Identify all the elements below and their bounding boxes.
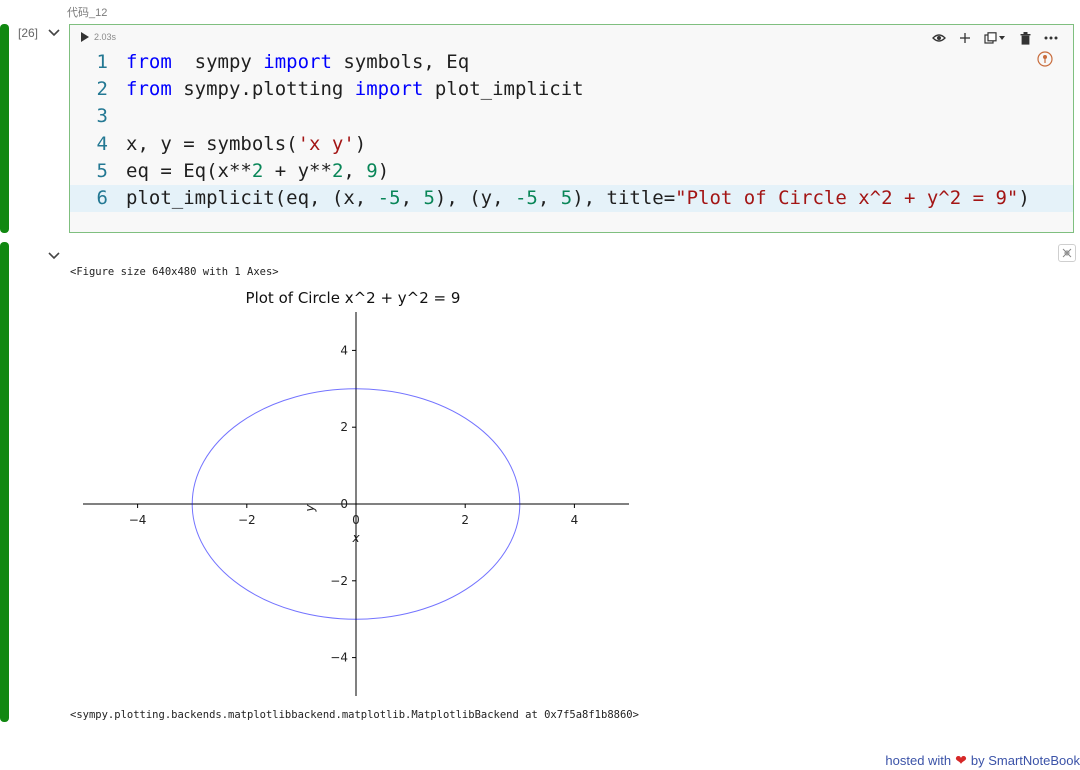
plus-icon[interactable] xyxy=(957,31,973,45)
code-token: plot_implicit xyxy=(423,78,584,101)
code-token: ) xyxy=(1018,186,1030,209)
x-tick-label: 4 xyxy=(571,513,579,527)
code-token: 2 xyxy=(251,159,264,182)
line-number: 4 xyxy=(96,132,108,155)
x-tick-label: 2 xyxy=(461,513,469,527)
chart-title: Plot of Circle x^2 + y^2 = 9 xyxy=(246,289,461,307)
cell-toolbar xyxy=(931,31,1059,45)
implicit-plot: Plot of Circle x^2 + y^2 = 9 −4 −2 0 2 4 −4 −2… xyxy=(83,289,629,696)
output-options-icon[interactable] xyxy=(1058,244,1076,262)
y-axis-label: y xyxy=(303,504,317,513)
code-token: ), (y, xyxy=(434,186,515,209)
code-token: x, y = symbols( xyxy=(126,132,298,155)
code-token: -5 xyxy=(377,186,401,209)
cell-label: 代码_12 xyxy=(67,7,108,19)
code-token: plot_implicit(eq, (x, xyxy=(126,186,378,209)
code-token: import xyxy=(263,51,332,73)
code-token: import xyxy=(354,78,424,101)
code-token: , xyxy=(537,186,561,209)
code-token: from xyxy=(126,51,172,73)
x-axis-label: x xyxy=(351,531,360,545)
code-token: symbols, Eq xyxy=(331,51,470,73)
code-token: ), title= xyxy=(572,186,676,209)
footer-suffix: by SmartNoteBook xyxy=(970,753,1080,768)
code-token: 'x y' xyxy=(297,132,355,155)
heart-icon: ❤ xyxy=(955,752,967,768)
x-tick-label: −4 xyxy=(129,513,147,527)
code-line[interactable]: 4 x, y = symbols('x y') xyxy=(70,131,1073,158)
code-line[interactable]: 2 from sympy.plotting import plot_implici… xyxy=(70,76,1073,103)
code-line[interactable]: 3 xyxy=(70,103,1073,130)
figure-size-text: <Figure size 640x480 with 1 Axes> xyxy=(70,266,279,278)
y-tick-label: 0 xyxy=(340,497,348,511)
code-token: 2 xyxy=(331,159,344,182)
collapse-cell-chevron-icon[interactable] xyxy=(47,28,61,38)
dropdown-icon xyxy=(999,36,1005,40)
code-token: sympy.plotting xyxy=(171,78,355,101)
line-number: 1 xyxy=(96,51,108,73)
code-token: eq = Eq(x** xyxy=(126,159,252,182)
x-tick-label: −2 xyxy=(238,513,256,527)
code-token: 9 xyxy=(366,159,378,182)
copy-icon[interactable] xyxy=(983,31,1007,45)
code-editor[interactable]: 1 from sympy import symbols, Eq 2 from symp… xyxy=(70,49,1073,213)
return-value-text: <sympy.plotting.backends.matplotlibbacke… xyxy=(70,709,639,721)
footer-credit: hosted with ❤ by SmartNoteBook xyxy=(885,752,1080,769)
line-number: 6 xyxy=(96,186,108,209)
run-area: 2.03s xyxy=(80,32,116,42)
code-line[interactable]: 1 from sympy import symbols, Eq xyxy=(70,49,1073,76)
line-number: 5 xyxy=(96,159,108,182)
execution-count: [26] xyxy=(18,26,39,40)
line-number: 3 xyxy=(96,105,108,128)
run-icon[interactable] xyxy=(80,32,90,42)
y-tick-label: −2 xyxy=(330,574,348,588)
code-token: , xyxy=(343,159,367,182)
code-line[interactable]: 5 eq = Eq(x** 2 + y** 2, 9) xyxy=(70,158,1073,185)
code-token: ) xyxy=(377,159,390,182)
code-token: + y** xyxy=(263,159,332,182)
code-token: 5 xyxy=(560,186,573,209)
line-number: 2 xyxy=(96,78,108,101)
cell-status-bar[interactable] xyxy=(0,24,9,233)
trash-icon[interactable] xyxy=(1017,31,1033,45)
y-tick-label: 2 xyxy=(340,420,348,434)
collapse-output-chevron-icon[interactable] xyxy=(47,246,61,265)
x-tick-label: 0 xyxy=(352,513,360,527)
code-token: -5 xyxy=(514,186,538,209)
code-token: sympy xyxy=(171,51,264,73)
footer-prefix: hosted with xyxy=(885,753,952,768)
run-time: 2.03s xyxy=(94,32,117,42)
code-line[interactable]: 6 plot_implicit(eq, (x, -5, 5), (y, -5, 5… xyxy=(70,184,1073,213)
code-token: from xyxy=(126,78,172,101)
code-token: , xyxy=(400,186,424,209)
more-icon[interactable] xyxy=(1043,31,1059,45)
y-tick-label: 4 xyxy=(340,343,348,357)
code-cell[interactable]: 2.03s 1 from sympy import symbols, Eq 2 fro… xyxy=(69,24,1074,233)
code-token: "Plot of Circle x^2 + y^2 = 9" xyxy=(675,186,1019,209)
eye-icon[interactable] xyxy=(931,31,947,45)
code-token: ) xyxy=(354,132,367,155)
y-tick-label: −4 xyxy=(330,651,348,665)
output-status-bar[interactable] xyxy=(0,242,9,722)
code-token: 5 xyxy=(423,186,435,209)
